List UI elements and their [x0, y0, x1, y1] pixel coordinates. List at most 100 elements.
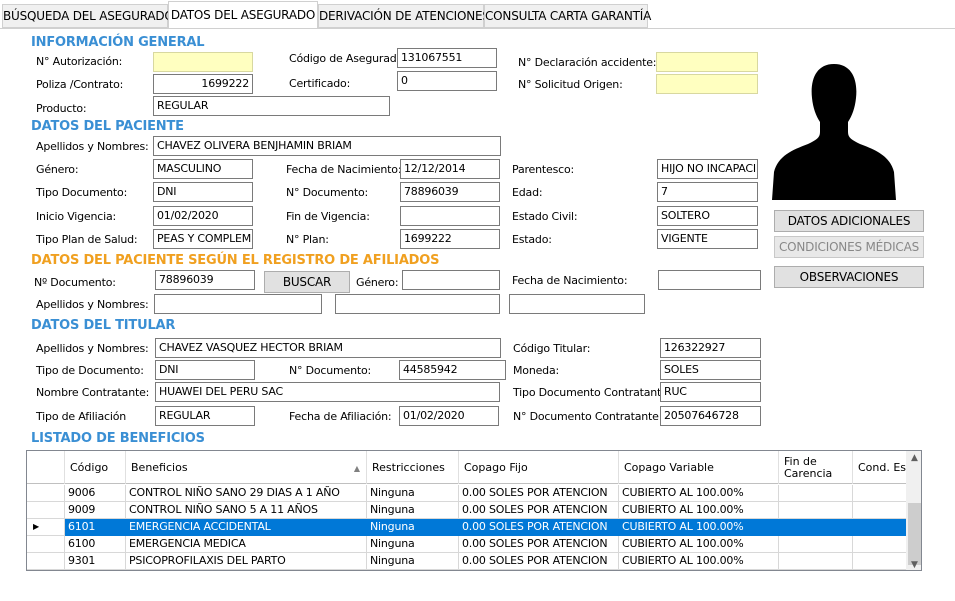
- row-header-corner: [27, 451, 65, 484]
- row-header[interactable]: [27, 485, 65, 502]
- titular-numero-documento-field[interactable]: 44585942: [399, 360, 506, 380]
- cell-cond-esp: [853, 536, 913, 553]
- tipo-afiliacion-field[interactable]: REGULAR: [155, 406, 255, 426]
- grid-vertical-scrollbar[interactable]: ▲ ▼: [906, 451, 921, 570]
- beneficios-grid[interactable]: Código Beneficios ▲ Restricciones Copago…: [26, 450, 922, 571]
- column-header-beneficios[interactable]: Beneficios ▲: [126, 451, 367, 484]
- tipo-documento-field[interactable]: DNI: [153, 182, 253, 202]
- codigo-titular-label: Código Titular:: [513, 342, 591, 355]
- estado-civil-field[interactable]: SOLTERO: [657, 206, 758, 226]
- parentesco-label: Parentesco:: [512, 163, 574, 176]
- autorizacion-field[interactable]: [153, 52, 253, 72]
- chevron-down-icon[interactable]: ▼: [906, 558, 921, 570]
- condiciones-medicas-button[interactable]: CONDICIONES MÉDICAS: [774, 236, 924, 258]
- scrollbar-thumb[interactable]: [908, 503, 921, 565]
- row-header[interactable]: [27, 553, 65, 570]
- column-header-restricciones[interactable]: Restricciones: [367, 451, 459, 484]
- cell-restricciones: Ninguna: [367, 553, 459, 570]
- column-header-beneficios-label: Beneficios: [131, 460, 188, 474]
- column-header-fin-carencia[interactable]: Fin de Carencia: [779, 451, 853, 484]
- table-row[interactable]: 6100 EMERGENCIA MEDICA Ninguna 0.00 SOLES P…: [27, 536, 913, 553]
- cell-codigo: 6100: [65, 536, 126, 553]
- afiliados-genero-label: Género:: [356, 276, 399, 289]
- estado-civil-label: Estado Civil:: [512, 210, 578, 223]
- section-listado-beneficios: LISTADO DE BENEFICIOS: [31, 431, 205, 446]
- cell-copago-fijo: 0.00 SOLES POR ATENCION: [459, 553, 619, 570]
- parentesco-field[interactable]: HIJO NO INCAPACI: [657, 159, 758, 179]
- column-header-copago-fijo[interactable]: Copago Fijo: [459, 451, 619, 484]
- edad-field[interactable]: 7: [657, 182, 758, 202]
- titular-tipo-documento-field[interactable]: DNI: [155, 360, 255, 380]
- tab-datos-asegurado[interactable]: DATOS DEL ASEGURADO: [168, 1, 318, 29]
- numero-documento-contratante-field[interactable]: 20507646728: [660, 406, 761, 426]
- fecha-nacimiento-label: Fecha de Nacimiento:: [286, 163, 402, 176]
- table-row[interactable]: ▶ 6101 EMERGENCIA ACCIDENTAL Ninguna 0.00 SO…: [27, 519, 913, 536]
- cell-beneficio: EMERGENCIA ACCIDENTAL: [126, 519, 367, 536]
- declaracion-accidente-field[interactable]: [656, 52, 758, 72]
- solicitud-origen-label: N° Solicitud Origen:: [518, 78, 623, 91]
- observaciones-button[interactable]: OBSERVACIONES: [774, 266, 924, 288]
- cell-beneficio: PSICOPROFILAXIS DEL PARTO: [126, 553, 367, 570]
- cell-copago-variable: CUBIERTO AL 100.00%: [619, 536, 779, 553]
- cell-codigo: 9009: [65, 502, 126, 519]
- solicitud-origen-field[interactable]: [656, 74, 758, 94]
- fecha-nacimiento-field[interactable]: 12/12/2014: [400, 159, 500, 179]
- codigo-titular-field[interactable]: 126322927: [660, 338, 761, 358]
- afiliados-nombre-field[interactable]: [509, 294, 645, 314]
- cell-copago-variable: CUBIERTO AL 100.00%: [619, 502, 779, 519]
- producto-field[interactable]: REGULAR: [153, 96, 390, 116]
- titular-nombres-field[interactable]: CHAVEZ VASQUEZ HECTOR BRIAM: [155, 338, 501, 358]
- edad-label: Edad:: [512, 186, 543, 199]
- tab-consulta-carta-garantia[interactable]: CONSULTA CARTA GARANTÍA: [484, 4, 651, 28]
- afiliados-fecha-nacimiento-field[interactable]: [658, 270, 761, 290]
- paciente-nombres-field[interactable]: CHAVEZ OLIVERA BENJHAMIN BRIAM: [153, 136, 501, 156]
- cell-fin-carencia: [779, 485, 853, 502]
- afiliados-documento-field[interactable]: 78896039: [155, 270, 255, 290]
- moneda-field[interactable]: SOLES: [660, 360, 761, 380]
- genero-field[interactable]: MASCULINO: [153, 159, 253, 179]
- table-row[interactable]: 9301 PSICOPROFILAXIS DEL PARTO Ninguna 0.00…: [27, 553, 913, 570]
- grid-header: Código Beneficios ▲ Restricciones Copago…: [27, 451, 913, 484]
- person-silhouette-icon: [772, 52, 896, 200]
- poliza-field[interactable]: 1699222: [153, 74, 253, 94]
- column-header-copago-variable[interactable]: Copago Variable: [619, 451, 779, 484]
- section-registro-afiliados: DATOS DEL PACIENTE SEGÚN EL REGISTRO DE …: [31, 253, 440, 268]
- afiliados-apellido-paterno-field[interactable]: [154, 294, 322, 314]
- section-datos-titular: DATOS DEL TITULAR: [31, 318, 176, 333]
- nombre-contratante-field[interactable]: HUAWEI DEL PERU SAC: [155, 382, 500, 402]
- section-informacion-general: INFORMACIÓN GENERAL: [31, 35, 205, 50]
- cell-beneficio: CONTROL NIÑO SANO 5 A 11 AÑOS: [126, 502, 367, 519]
- numero-plan-field[interactable]: 1699222: [400, 229, 500, 249]
- fecha-afiliacion-label: Fecha de Afiliación:: [289, 410, 392, 423]
- row-header[interactable]: ▶: [27, 519, 65, 536]
- fecha-afiliacion-field[interactable]: 01/02/2020: [399, 406, 499, 426]
- chevron-up-icon[interactable]: ▲: [906, 451, 921, 465]
- moneda-label: Moneda:: [513, 364, 559, 377]
- numero-documento-field[interactable]: 78896039: [400, 182, 500, 202]
- cell-copago-fijo: 0.00 SOLES POR ATENCION: [459, 536, 619, 553]
- tipo-documento-contratante-field[interactable]: RUC: [660, 382, 761, 402]
- row-header[interactable]: [27, 536, 65, 553]
- nombre-contratante-label: Nombre Contratante:: [36, 386, 150, 399]
- tipo-plan-field[interactable]: PEAS Y COMPLEM: [153, 229, 253, 249]
- fin-vigencia-field[interactable]: [400, 206, 500, 226]
- certificado-field[interactable]: 0: [397, 71, 497, 91]
- inicio-vigencia-field[interactable]: 01/02/2020: [153, 206, 253, 226]
- cell-cond-esp: [853, 553, 913, 570]
- afiliados-apellido-materno-field[interactable]: [335, 294, 500, 314]
- tab-derivacion-atenciones[interactable]: DERIVACIÓN DE ATENCIONES: [318, 4, 490, 28]
- titular-numero-documento-label: N° Documento:: [289, 364, 372, 377]
- producto-label: Producto:: [36, 102, 87, 115]
- table-row[interactable]: 9006 CONTROL NIÑO SANO 29 DIAS A 1 AÑO Nin…: [27, 485, 913, 502]
- cell-copago-variable: CUBIERTO AL 100.00%: [619, 553, 779, 570]
- estado-field[interactable]: VIGENTE: [657, 229, 758, 249]
- codigo-asegurado-field[interactable]: 131067551: [397, 48, 497, 68]
- buscar-button[interactable]: BUSCAR: [264, 271, 350, 293]
- table-row[interactable]: 9009 CONTROL NIÑO SANO 5 A 11 AÑOS Ninguna…: [27, 502, 913, 519]
- row-header[interactable]: [27, 502, 65, 519]
- column-header-codigo[interactable]: Código: [65, 451, 126, 484]
- column-header-cond-esp[interactable]: Cond. Esp: [853, 451, 913, 484]
- tab-busqueda-asegurado[interactable]: BÚSQUEDA DEL ASEGURADO: [2, 4, 174, 28]
- datos-adicionales-button[interactable]: DATOS ADICIONALES: [774, 210, 924, 232]
- afiliados-genero-field[interactable]: [402, 270, 500, 290]
